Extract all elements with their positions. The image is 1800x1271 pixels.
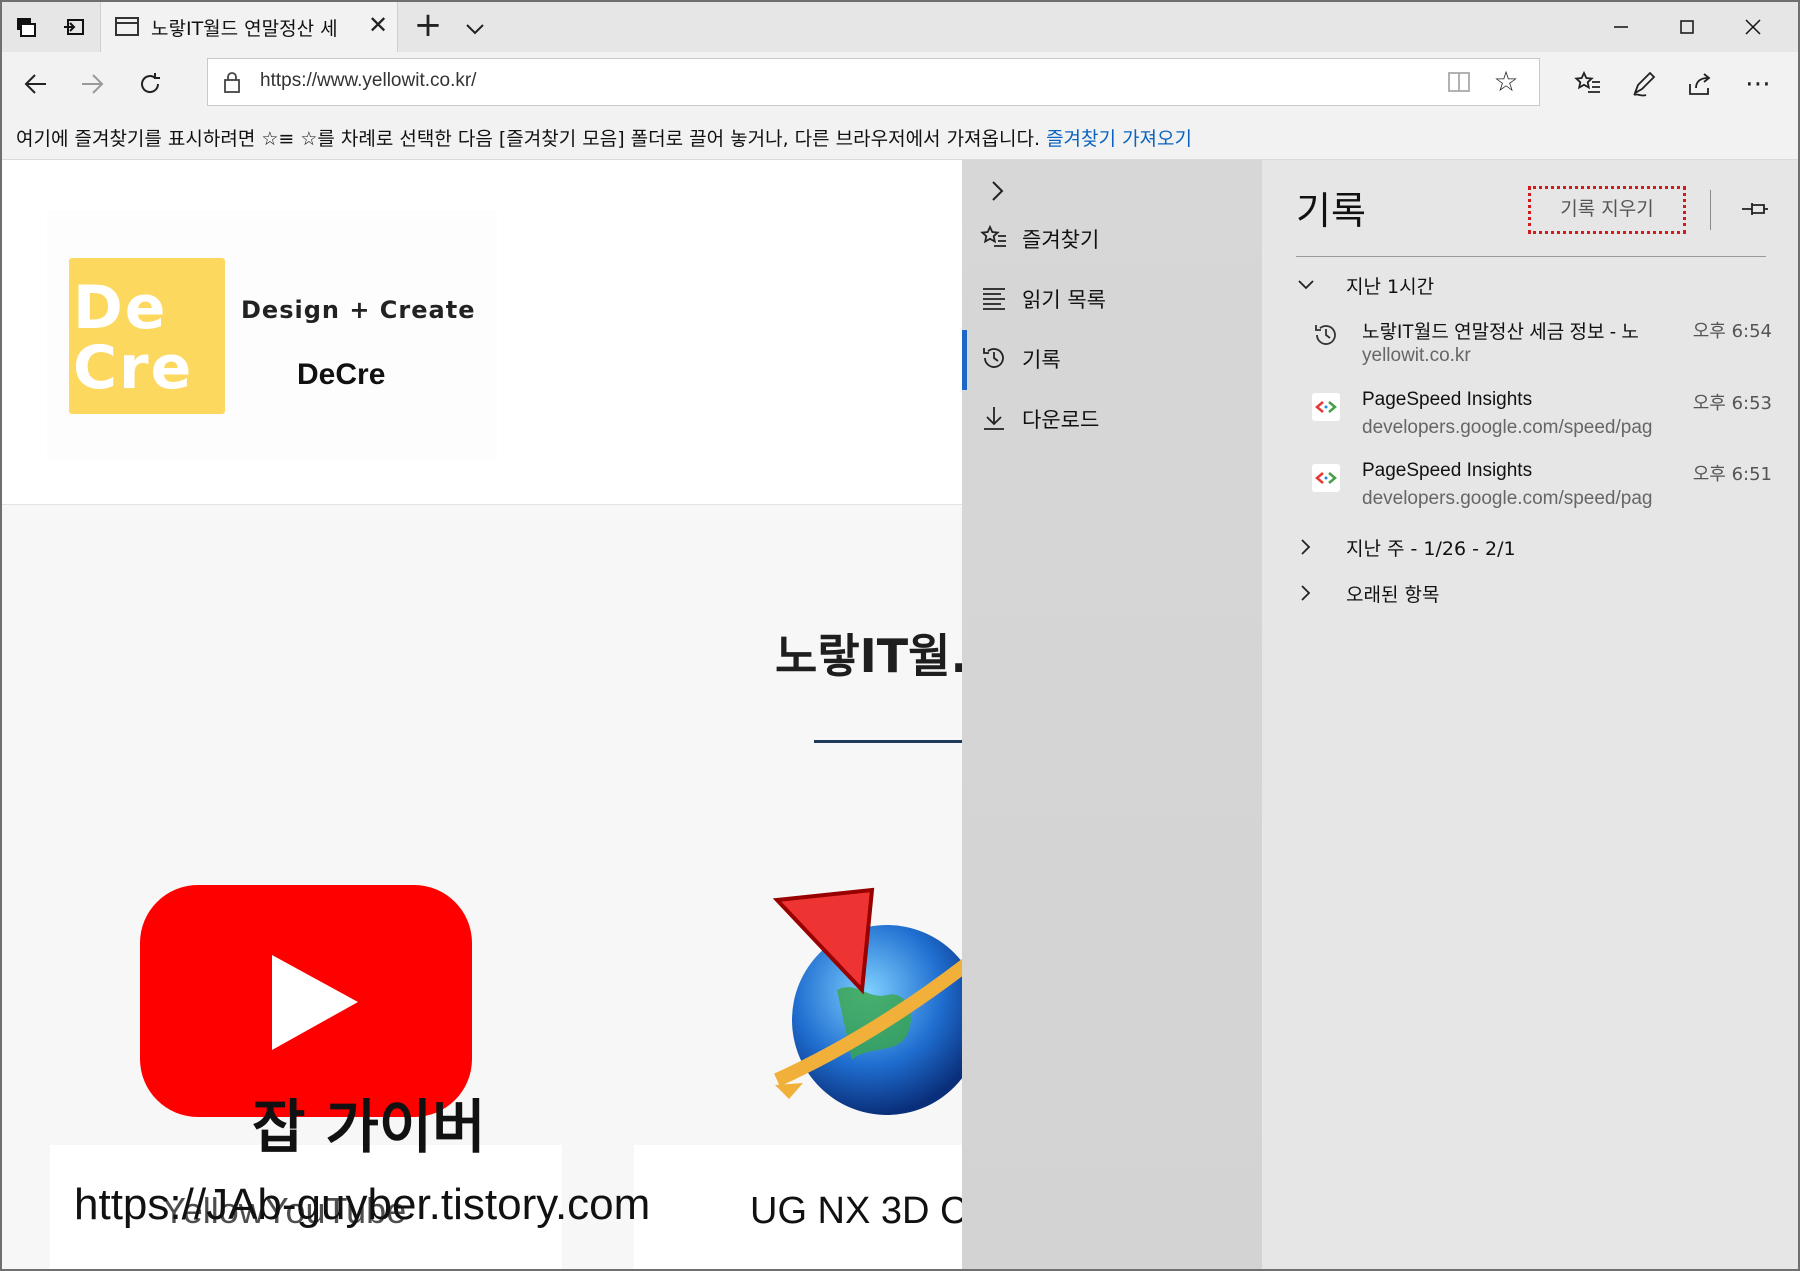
hub-item-label: 즐겨찾기 xyxy=(1022,228,1100,252)
logo-tagline: Design + Create xyxy=(241,296,476,324)
entry-time: 오후 6:53 xyxy=(1692,393,1772,414)
set-aside-icon[interactable] xyxy=(60,13,88,41)
clear-history-button[interactable]: 기록 지우기 xyxy=(1528,186,1686,234)
forward-icon[interactable] xyxy=(70,62,114,106)
history-group[interactable]: 지난 1시간 xyxy=(1296,268,1766,304)
title-bar: 노랗IT월드 연말정산 세 ✕ + xyxy=(2,2,1798,52)
globe-icon xyxy=(767,880,962,1120)
pin-icon[interactable] xyxy=(1738,192,1772,226)
favorites-hub-icon[interactable] xyxy=(1566,62,1610,106)
group-label: 지난 1시간 xyxy=(1346,276,1435,298)
hub-item-reading-list[interactable]: 읽기 목록 xyxy=(962,270,1262,326)
entry-time: 오후 6:51 xyxy=(1692,464,1772,485)
group-label: 오래된 항목 xyxy=(1346,584,1440,606)
entry-title: PageSpeed Insights xyxy=(1362,460,1533,481)
tab-actions-icon[interactable] xyxy=(12,13,40,41)
pagespeed-icon xyxy=(1312,464,1340,492)
entry-time: 오후 6:54 xyxy=(1692,321,1772,342)
active-tab[interactable]: 노랗IT월드 연말정산 세 ✕ xyxy=(100,2,398,52)
chevron-right-icon xyxy=(1296,583,1316,603)
browser-window: 노랗IT월드 연말정산 세 ✕ + https://www.yellowit.c… xyxy=(0,0,1800,1271)
close-tab-icon[interactable]: ✕ xyxy=(363,10,393,40)
entry-title: PageSpeed Insights xyxy=(1362,389,1533,410)
navigation-bar: https://www.yellowit.co.kr/ ☆ ⋯ xyxy=(2,52,1798,114)
share-icon[interactable] xyxy=(1678,62,1722,106)
watermark-text: https://JAb-guyber.tistory.com xyxy=(74,1180,651,1229)
history-icon xyxy=(980,344,1008,372)
hub-navigation: 즐겨찾기 읽기 목록 기록 다운로드 xyxy=(962,160,1262,1269)
import-favorites-link[interactable]: 즐겨찾기 가져오기 xyxy=(1046,128,1192,150)
history-pane: 기록 기록 지우기 지난 1시간 노랗IT월드 연말정산 세금 정보 - 노 y… xyxy=(1262,160,1798,1269)
site-logo[interactable]: De Cre Design + Create DeCre xyxy=(47,210,497,460)
maximize-button[interactable] xyxy=(1654,2,1720,52)
new-tab-button[interactable]: + xyxy=(410,8,446,44)
refresh-icon[interactable] xyxy=(128,62,172,106)
chevron-right-icon[interactable] xyxy=(982,176,1012,206)
pane-title: 기록 xyxy=(1296,189,1366,233)
hub-item-history[interactable]: 기록 xyxy=(962,330,1262,390)
lock-icon xyxy=(222,70,242,94)
url-text[interactable]: https://www.yellowit.co.kr/ xyxy=(260,70,476,92)
hub-item-favorites[interactable]: 즐겨찾기 xyxy=(962,210,1262,266)
hub-item-label: 기록 xyxy=(1022,348,1061,372)
card2-title: UG NX 3D C xyxy=(750,1190,962,1232)
more-icon[interactable]: ⋯ xyxy=(1736,62,1780,106)
entry-url: developers.google.com/speed/pag xyxy=(1362,488,1653,509)
tab-title: 노랗IT월드 연말정산 세 xyxy=(151,18,338,40)
reading-list-icon xyxy=(980,284,1008,312)
hub-item-downloads[interactable]: 다운로드 xyxy=(962,390,1262,446)
history-group[interactable]: 오래된 항목 xyxy=(1296,576,1766,612)
chevron-right-icon xyxy=(1296,537,1316,557)
favorites-bar: 여기에 즐겨찾기를 표시하려면 ☆≡ ☆를 차례로 선택한 다음 [즐겨찾기 모… xyxy=(2,114,1798,160)
site-header: De Cre Design + Create DeCre xyxy=(2,160,962,505)
download-icon xyxy=(980,404,1008,432)
web-page: De Cre Design + Create DeCre 노랗IT월. 잡 가이… xyxy=(2,160,962,1269)
logo-letters: De Cre xyxy=(73,273,194,403)
favorites-hint: 여기에 즐겨찾기를 표시하려면 ☆≡ ☆를 차례로 선택한 다음 [즐겨찾기 모… xyxy=(16,124,1192,151)
minimize-button[interactable] xyxy=(1588,2,1654,52)
entry-url: developers.google.com/speed/pag xyxy=(1362,417,1653,438)
youtube-caption: 잡 가이버 xyxy=(252,1093,486,1161)
active-indicator xyxy=(962,330,967,390)
hub-item-label: 다운로드 xyxy=(1022,408,1100,432)
chevron-down-icon[interactable] xyxy=(460,14,490,44)
favorites-hint-text: 여기에 즐겨찾기를 표시하려면 ☆≡ ☆를 차례로 선택한 다음 [즐겨찾기 모… xyxy=(16,128,1041,150)
page-icon xyxy=(115,17,139,36)
address-bar[interactable]: https://www.yellowit.co.kr/ ☆ xyxy=(207,58,1540,106)
logo-name: DeCre xyxy=(297,358,386,391)
entry-url: yellowit.co.kr xyxy=(1362,345,1471,366)
history-entry[interactable]: PageSpeed Insights developers.google.com… xyxy=(1312,458,1772,522)
history-icon xyxy=(1312,321,1340,349)
header-divider xyxy=(1296,256,1766,257)
favorites-icon xyxy=(980,224,1008,252)
history-group[interactable]: 지난 주 - 1/26 - 2/1 xyxy=(1296,530,1766,566)
history-entry[interactable]: 노랗IT월드 연말정산 세금 정보 - 노 yellowit.co.kr 오후 … xyxy=(1312,315,1772,379)
back-icon[interactable] xyxy=(14,62,58,106)
reading-view-icon[interactable] xyxy=(1447,71,1471,93)
logo-mark: De Cre xyxy=(69,258,225,414)
star-icon[interactable]: ☆ xyxy=(1491,67,1521,97)
section-title: 노랗IT월. xyxy=(775,629,962,683)
group-label: 지난 주 - 1/26 - 2/1 xyxy=(1346,538,1516,560)
section-divider xyxy=(814,740,962,743)
chevron-down-icon xyxy=(1296,275,1316,295)
pen-icon[interactable] xyxy=(1622,62,1666,106)
pagespeed-icon xyxy=(1312,393,1340,421)
window-close-button[interactable] xyxy=(1720,2,1786,52)
hub-item-label: 읽기 목록 xyxy=(1022,288,1106,312)
history-entry[interactable]: PageSpeed Insights developers.google.com… xyxy=(1312,387,1772,451)
entry-title: 노랗IT월드 연말정산 세금 정보 - 노 xyxy=(1362,322,1639,343)
divider xyxy=(1710,190,1711,230)
